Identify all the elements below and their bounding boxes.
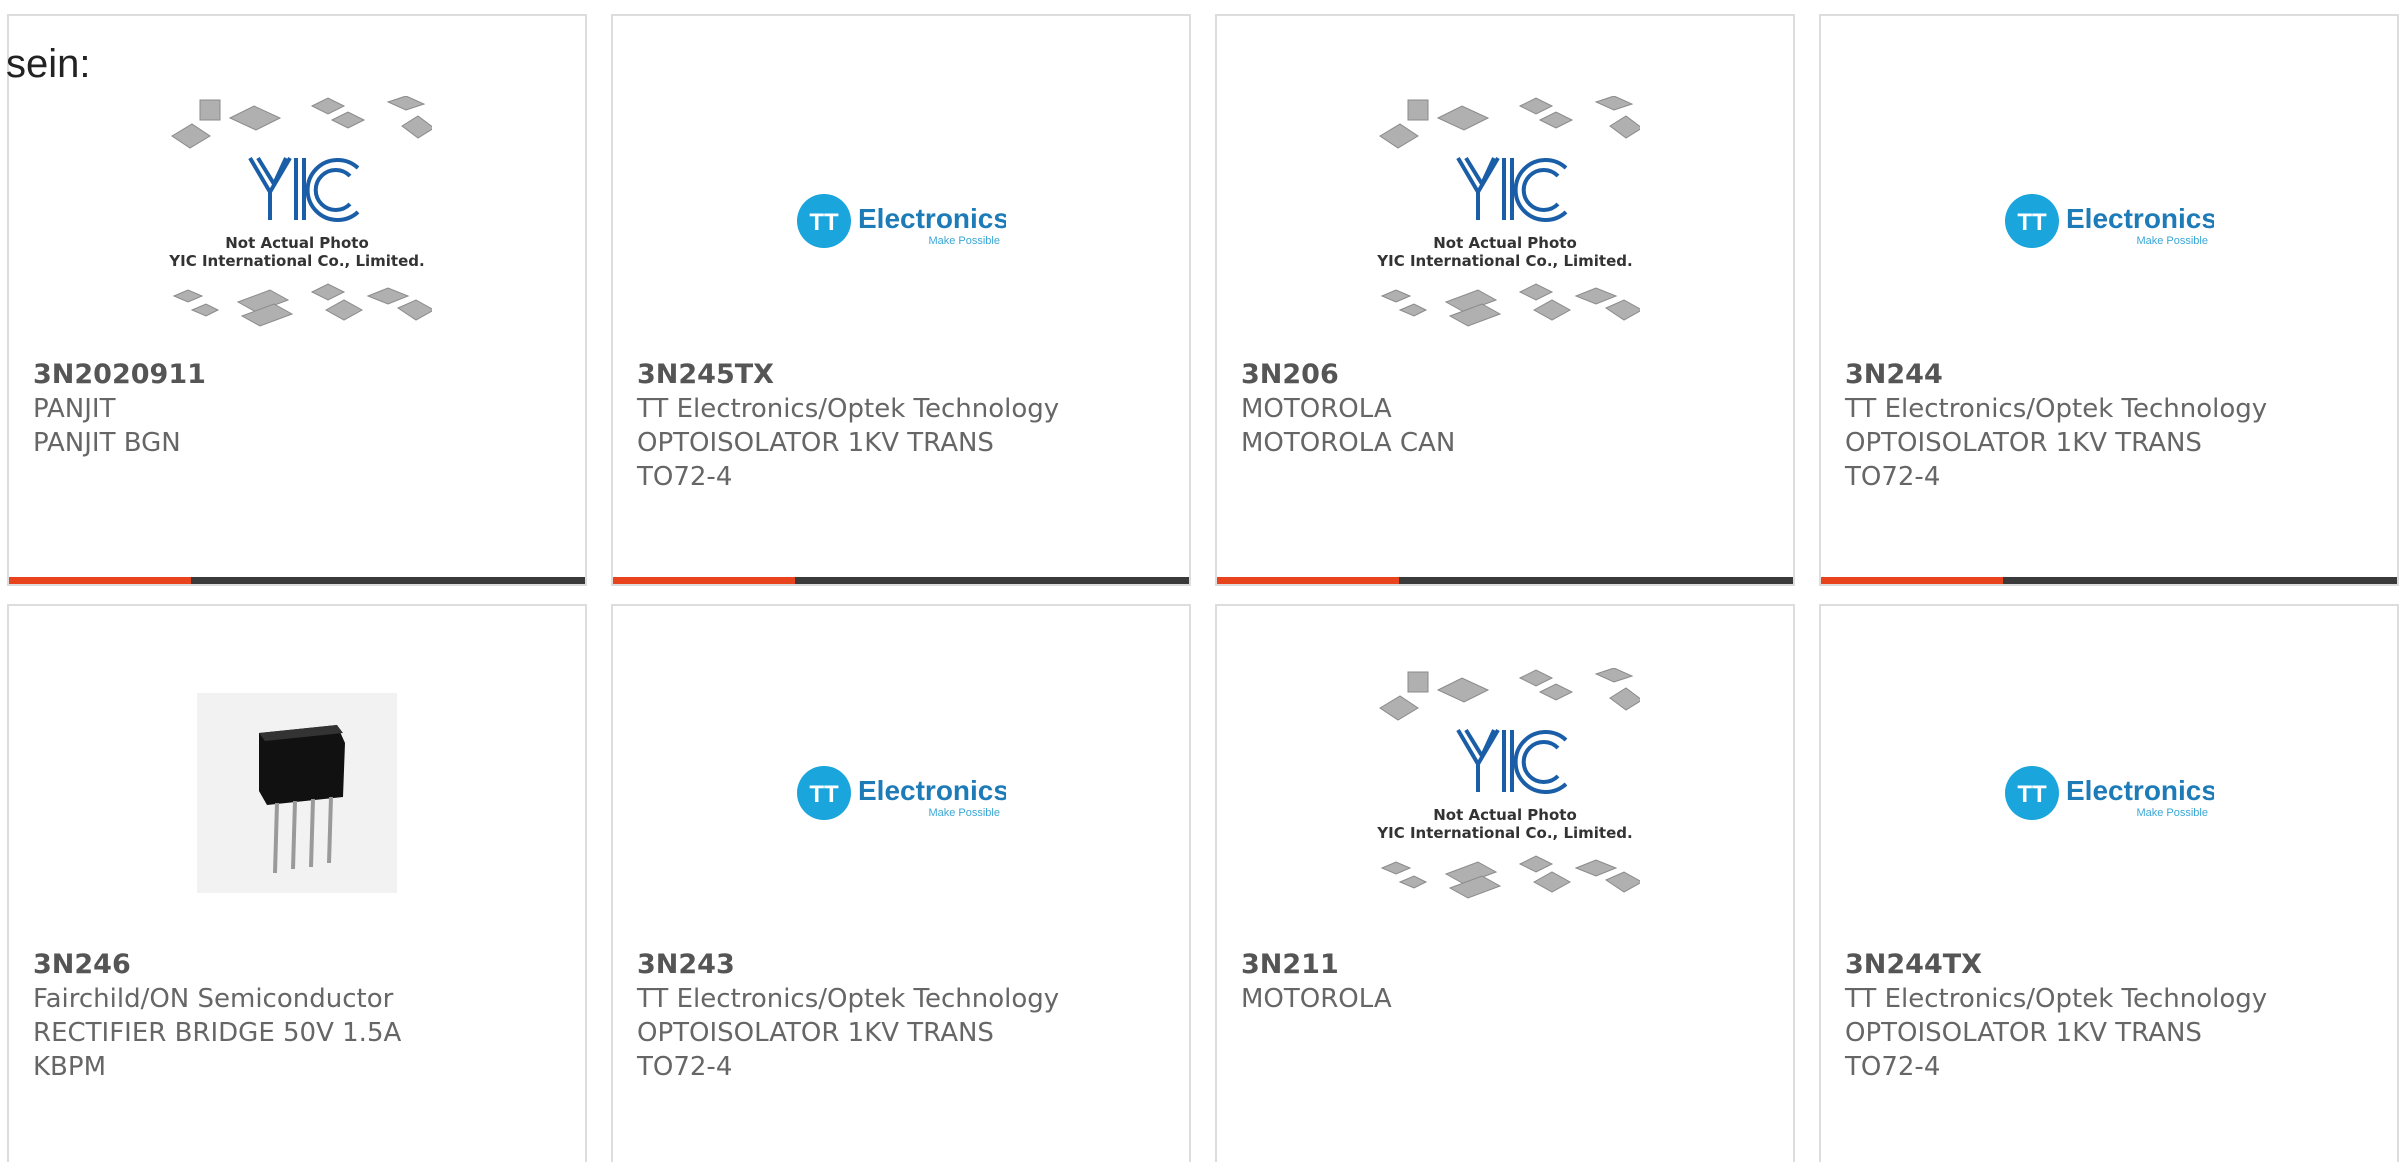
tt-electronics-logo-icon: TT Electronics Make Possible — [797, 766, 1006, 820]
manufacturer: Fairchild/ON Semiconductor — [33, 984, 394, 1014]
yic-caption-1: Not Actual Photo — [1433, 806, 1577, 824]
product-image[interactable]: Not Actual Photo YIC International Co., … — [1217, 96, 1793, 346]
part-number[interactable]: 3N2020911 — [33, 358, 573, 392]
tt-word: Electronics — [858, 203, 1006, 234]
card-footer-bar — [1821, 577, 2397, 584]
description: MOTOROLA CAN — [1241, 428, 1456, 458]
yic-caption-2: YIC International Co., Limited. — [1376, 252, 1632, 270]
yic-caption-1: Not Actual Photo — [1433, 234, 1577, 252]
description: RECTIFIER BRIDGE 50V 1.5A — [33, 1018, 402, 1048]
part-number[interactable]: 3N244TX — [1845, 948, 2385, 982]
product-image[interactable]: TT Electronics Make Possible — [613, 668, 1189, 918]
description: OPTOISOLATOR 1KV TRANS — [637, 428, 994, 458]
part-number[interactable]: 3N243 — [637, 948, 1177, 982]
tt-electronics-logo-icon: TT Electronics Make Possible — [2005, 194, 2214, 248]
product-card[interactable]: TT Electronics Make Possible 3N245TX TT … — [611, 14, 1191, 586]
product-image[interactable]: TT Electronics Make Possible — [1821, 668, 2397, 918]
part-number[interactable]: 3N206 — [1241, 358, 1781, 392]
package: TO72-4 — [637, 1052, 733, 1082]
tt-tagline: Make Possible — [2136, 235, 2208, 247]
part-number[interactable]: 3N246 — [33, 948, 573, 982]
product-image[interactable]: Not Actual Photo YIC International Co., … — [9, 96, 585, 346]
tt-tagline: Make Possible — [928, 807, 1000, 819]
yic-placeholder-image: Not Actual Photo YIC International Co., … — [168, 96, 432, 327]
product-card[interactable]: TT Electronics Make Possible 3N243 TT El… — [611, 604, 1191, 1162]
tt-electronics-logo-icon: TT Electronics Make Possible — [2005, 766, 2214, 820]
product-image[interactable]: TT Electronics Make Possible — [613, 96, 1189, 346]
tt-tagline: Make Possible — [2136, 807, 2208, 819]
product-image[interactable] — [9, 668, 585, 918]
manufacturer: MOTOROLA — [1241, 984, 1392, 1014]
part-number[interactable]: 3N211 — [1241, 948, 1781, 982]
card-footer-bar — [1217, 577, 1793, 584]
tt-mark: TT — [2017, 209, 2047, 236]
intro-text: sein: — [6, 42, 91, 86]
product-card[interactable]: Not Actual Photo YIC International Co., … — [7, 14, 587, 586]
yic-placeholder-image: Not Actual Photo YIC International Co., … — [1376, 668, 1640, 899]
product-card[interactable]: TT Electronics Make Possible 3N244TX TT … — [1819, 604, 2399, 1162]
bridge-rectifier-photo-icon — [197, 693, 397, 893]
description: OPTOISOLATOR 1KV TRANS — [1845, 1018, 2202, 1048]
package: TO72-4 — [1845, 1052, 1941, 1082]
manufacturer: TT Electronics/Optek Technology — [637, 984, 1060, 1014]
description: OPTOISOLATOR 1KV TRANS — [637, 1018, 994, 1048]
part-number[interactable]: 3N244 — [1845, 358, 2385, 392]
tt-mark: TT — [2017, 781, 2047, 808]
manufacturer: TT Electronics/Optek Technology — [1845, 984, 2268, 1014]
tt-electronics-logo-icon: TT Electronics Make Possible — [797, 194, 1006, 248]
description: PANJIT BGN — [33, 428, 181, 458]
product-image[interactable]: TT Electronics Make Possible — [1821, 96, 2397, 346]
product-card[interactable]: TT Electronics Make Possible 3N244 TT El… — [1819, 14, 2399, 586]
manufacturer: MOTOROLA — [1241, 394, 1392, 424]
manufacturer: TT Electronics/Optek Technology — [637, 394, 1060, 424]
yic-caption-2: YIC International Co., Limited. — [168, 252, 424, 270]
card-footer-bar — [613, 577, 1189, 584]
part-number[interactable]: 3N245TX — [637, 358, 1177, 392]
yic-caption-2: YIC International Co., Limited. — [1376, 824, 1632, 842]
manufacturer: TT Electronics/Optek Technology — [1845, 394, 2268, 424]
description: OPTOISOLATOR 1KV TRANS — [1845, 428, 2202, 458]
package: TO72-4 — [637, 462, 733, 492]
product-card[interactable]: Not Actual Photo YIC International Co., … — [1215, 14, 1795, 586]
card-footer-bar — [9, 577, 585, 584]
package: KBPM — [33, 1052, 106, 1082]
tt-word: Electronics — [2066, 203, 2214, 234]
tt-word: Electronics — [858, 775, 1006, 806]
yic-placeholder-image: Not Actual Photo YIC International Co., … — [1376, 96, 1640, 327]
tt-mark: TT — [809, 781, 839, 808]
tt-word: Electronics — [2066, 775, 2214, 806]
product-image[interactable]: Not Actual Photo YIC International Co., … — [1217, 668, 1793, 918]
manufacturer: PANJIT — [33, 394, 116, 424]
tt-tagline: Make Possible — [928, 235, 1000, 247]
tt-mark: TT — [809, 209, 839, 236]
product-card[interactable]: Not Actual Photo YIC International Co., … — [1215, 604, 1795, 1162]
yic-caption-1: Not Actual Photo — [225, 234, 369, 252]
product-card[interactable]: 3N246 Fairchild/ON Semiconductor RECTIFI… — [7, 604, 587, 1162]
package: TO72-4 — [1845, 462, 1941, 492]
